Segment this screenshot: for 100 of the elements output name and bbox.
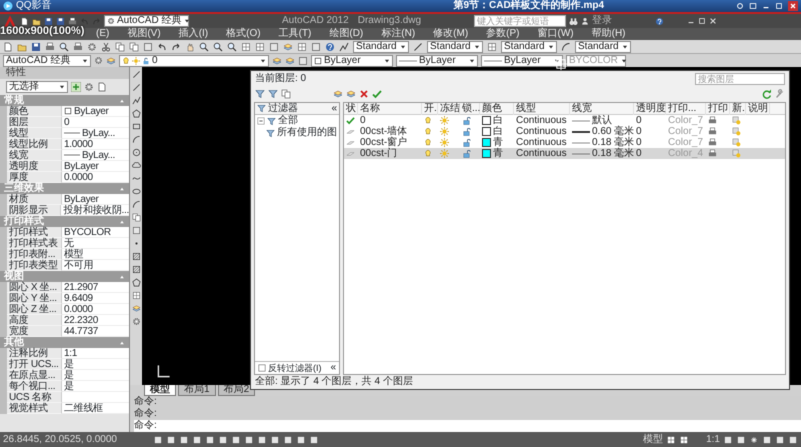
menu-item[interactable]: 工具(T) [278,28,312,40]
plot-printer-icon[interactable] [708,149,717,158]
new-filter-icon[interactable] [255,89,265,99]
help-icon[interactable] [325,42,335,52]
collapse-icon[interactable] [119,218,125,224]
property-value[interactable]: 不可用 [62,260,129,271]
layer-dropdown[interactable]: 0 [119,54,269,66]
layout-icon[interactable] [679,434,690,444]
maximize-icon[interactable] [698,17,706,25]
viewport-freeze-icon[interactable] [732,127,741,136]
column-header[interactable]: 新. [730,103,746,115]
selection-dropdown[interactable]: 无选择 [6,81,68,93]
tree-item[interactable]: 所有使用的图 [277,127,337,139]
lineweight-dropdown[interactable]: ByLayer [481,54,563,66]
text-style-icon[interactable] [339,42,349,52]
property-value[interactable]: 21.2907 [62,282,129,293]
multileader-style-dropdown[interactable]: Standard [575,40,631,52]
close-icon[interactable] [709,17,718,25]
menu-item[interactable]: 绘图(D) [329,28,364,40]
column-header[interactable]: 打印... [666,103,706,115]
plot-printer-icon[interactable] [708,127,717,136]
collapse-button[interactable]: « [331,102,337,114]
line-icon[interactable] [132,83,140,92]
tree-item[interactable]: 全部 [278,115,298,127]
property-value[interactable]: 是 [62,381,129,392]
set-current-icon[interactable] [372,89,382,99]
column-header[interactable]: 透明度 [634,103,666,115]
caret-icon[interactable] [469,58,475,64]
collapse-button[interactable]: « [330,362,336,374]
ellipse-icon[interactable] [132,187,140,196]
layer-previous-icon[interactable] [285,56,295,66]
user-icon[interactable] [581,17,590,25]
caret-icon[interactable] [474,44,480,50]
refresh-icon[interactable] [762,89,772,99]
workspace-dropdown[interactable]: AutoCAD 经典 [3,54,91,66]
sun-icon[interactable] [440,127,449,136]
sign-in-link[interactable]: 登录 [592,15,612,27]
workspace-settings-icon[interactable] [94,56,103,65]
calculator-icon[interactable] [297,42,307,52]
color-swatch[interactable] [482,116,491,125]
sun-icon[interactable] [440,116,449,125]
property-value[interactable]: 是 [62,359,129,370]
new-file-icon[interactable] [20,16,29,26]
redo-icon[interactable] [171,42,181,52]
viewport-freeze-icon[interactable] [732,116,741,125]
layer-row[interactable]: 0 白 Continuous 默认 0 Color_7 [344,115,785,126]
property-value[interactable]: ByLayer [62,161,129,172]
menu-item[interactable]: 窗口(W) [538,28,574,40]
checkbox[interactable] [258,364,266,372]
column-header[interactable]: 说明 [746,103,770,115]
publish-icon[interactable] [73,42,83,52]
open-folder-icon[interactable] [32,16,41,26]
column-header[interactable]: 状 [344,103,358,115]
collapse-icon[interactable] [119,98,125,104]
polyline-icon[interactable] [132,96,140,105]
text-style-dropdown[interactable]: Standard [353,40,409,52]
viewport-freeze-icon[interactable] [732,149,741,158]
print-icon[interactable] [68,16,77,26]
property-value[interactable]: 22.2320 [62,315,129,326]
column-header[interactable]: 名称 [358,103,422,115]
caret-icon[interactable] [260,58,266,64]
property-value[interactable]: 0 [62,117,129,128]
table-style-dropdown[interactable]: Standard [501,40,557,52]
save-icon[interactable] [44,16,53,26]
property-value[interactable]: 无 [62,238,129,249]
menu-item[interactable]: 格式(O) [226,28,261,40]
properties-icon[interactable] [241,42,251,52]
menu-item[interactable]: 标注(N) [381,28,416,40]
layers-icon[interactable] [132,304,140,313]
color-dropdown[interactable]: ByLayer [311,54,393,66]
collapse-icon[interactable] [119,274,125,280]
caret-icon[interactable] [82,58,88,64]
menu-item[interactable]: 参数(P) [486,28,520,40]
gear-icon[interactable] [87,42,97,52]
column-header[interactable]: 线型 [514,103,570,115]
property-value[interactable]: 二维线框 [62,403,129,414]
annotation-scale[interactable]: 1:1 [706,434,720,446]
table-icon[interactable] [132,291,140,300]
column-header[interactable]: 线宽 [570,103,634,115]
search-field[interactable]: 搜索图层 [695,72,785,84]
new-layer-icon[interactable] [333,89,343,99]
quick-select-icon[interactable] [97,82,107,92]
help-icon[interactable] [655,16,664,26]
checkbox-label[interactable]: 反转过滤器(I) [268,362,322,374]
undo-icon[interactable] [157,42,167,52]
ellipse-arc-icon[interactable] [132,200,140,209]
cut-icon[interactable] [101,42,111,52]
layer-row[interactable]: 00cst-墙体 白 Continuous 0.60 毫米 0 Color_7 [344,126,785,137]
property-value[interactable]: 模型 [62,249,129,260]
color-swatch[interactable] [482,127,491,136]
menu-item[interactable]: (E) [96,28,110,40]
print-preview-icon[interactable] [59,42,69,52]
menu-item[interactable]: 插入(I) [178,28,208,40]
table-style-icon[interactable] [487,42,497,52]
new-layer-frozen-icon[interactable] [346,89,356,99]
property-value[interactable]: 0.0000 [62,304,129,315]
group-filter-icon[interactable] [268,89,278,99]
plot-printer-icon[interactable] [708,138,717,147]
collapse-icon[interactable] [119,340,125,346]
close-icon[interactable] [788,1,798,11]
